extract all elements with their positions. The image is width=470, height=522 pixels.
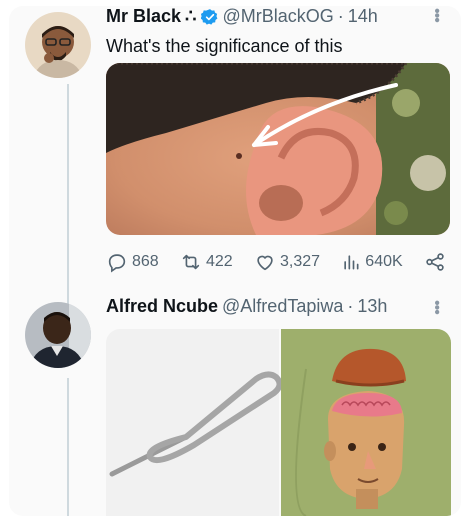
tweet2-header: Alfred Ncube @AlfredTapiwa · 13h [106,296,387,317]
reply-count: 868 [132,253,159,270]
tweet-image-ear[interactable] [106,63,450,235]
tweet1-header: Mr Black ∴ @MrBlackOG · 14h [106,6,378,27]
avatar-mr-black[interactable] [25,12,91,78]
more-vertical-icon[interactable]: ••• [427,8,445,22]
avatar-alfred-ncube[interactable] [25,302,91,368]
repost-icon [182,254,200,270]
share-button[interactable] [424,251,446,273]
tweet-timestamp[interactable]: 13h [357,296,387,317]
more-vertical-icon[interactable]: ••• [427,300,445,314]
author-handle[interactable]: @AlfredTapiwa [222,296,343,317]
tweet-thread-card: Mr Black ∴ @MrBlackOG · 14h ••• What's t… [9,6,461,516]
share-icon [426,253,444,271]
separator-dot: · [347,296,354,316]
verified-badge-icon [200,8,219,26]
tweet-timestamp[interactable]: 14h [348,6,378,27]
thread-connector-line-lower [67,378,69,516]
author-name[interactable]: Alfred Ncube [106,296,218,317]
views-count: 640K [365,253,403,270]
reply-icon [108,254,126,273]
like-count: 3,327 [279,253,321,270]
separator-dot: · [337,6,344,26]
thread-connector-line [67,84,69,306]
views-button[interactable]: 640K [341,252,403,272]
heart-icon [257,255,273,271]
repost-count: 422 [205,253,233,270]
tweet-text: What's the significance of this [106,36,343,56]
repost-button[interactable]: 422 [180,251,233,273]
name-suffix-symbol: ∴ [185,6,197,26]
views-chart-icon [344,255,359,270]
author-handle[interactable]: @MrBlackOG [223,6,334,27]
tweet-image-meme[interactable] [106,329,451,516]
author-name[interactable]: Mr Black [106,6,181,27]
like-button[interactable]: 3,327 [254,251,320,273]
reply-button[interactable]: 868 [106,251,159,273]
tweet1-action-bar: 868 422 3,327 640K [106,250,446,274]
